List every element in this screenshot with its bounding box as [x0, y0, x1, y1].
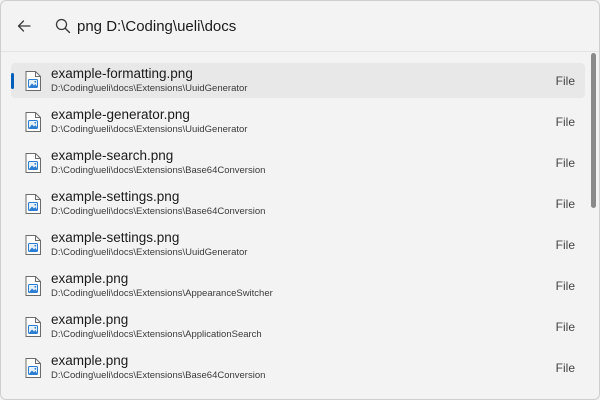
- result-row[interactable]: example.png D:\Coding\ueli\docs\Extensio…: [11, 309, 585, 344]
- arrow-left-icon: [17, 20, 31, 32]
- result-path: D:\Coding\ueli\docs\Extensions\UuidGener…: [51, 246, 248, 258]
- result-row[interactable]: example-search.png D:\Coding\ueli\docs\E…: [11, 145, 585, 180]
- result-type: File: [555, 73, 575, 88]
- result-path: D:\Coding\ueli\docs\Extensions\Base64Con…: [51, 164, 266, 176]
- result-row[interactable]: example-generator.png D:\Coding\ueli\doc…: [11, 104, 585, 139]
- result-name: example-settings.png: [51, 189, 180, 205]
- image-file-icon: [25, 152, 41, 173]
- image-file-icon: [25, 193, 41, 214]
- result-row[interactable]: example.png D:\Coding\ueli\docs\Extensio…: [11, 350, 585, 385]
- result-row[interactable]: example-formatting.png D:\Coding\ueli\do…: [11, 63, 585, 98]
- result-type: File: [555, 360, 575, 375]
- result-text: example-settings.png D:\Coding\ueli\docs…: [51, 189, 556, 217]
- image-file-icon: [25, 275, 41, 296]
- result-text: example-settings.png D:\Coding\ueli\docs…: [51, 230, 556, 258]
- result-path: D:\Coding\ueli\docs\Extensions\Appearanc…: [51, 287, 273, 299]
- result-name: example-formatting.png: [51, 66, 193, 82]
- image-file-icon: [25, 357, 41, 378]
- image-file-icon: [25, 316, 41, 337]
- result-path: D:\Coding\ueli\docs\Extensions\Applicati…: [51, 328, 262, 340]
- search-field-wrapper: [55, 17, 599, 35]
- result-name: example-settings.png: [51, 230, 180, 246]
- search-icon: [55, 18, 71, 34]
- result-row[interactable]: example-settings.png D:\Coding\ueli\docs…: [11, 186, 585, 221]
- result-name: example.png: [51, 271, 129, 287]
- result-type: File: [555, 319, 575, 334]
- result-path: D:\Coding\ueli\docs\Extensions\UuidGener…: [51, 82, 248, 94]
- result-text: example.png D:\Coding\ueli\docs\Extensio…: [51, 353, 556, 381]
- result-row[interactable]: example.png D:\Coding\ueli\docs\Extensio…: [11, 268, 585, 303]
- result-type: File: [555, 155, 575, 170]
- back-button[interactable]: [13, 15, 35, 37]
- result-text: example.png D:\Coding\ueli\docs\Extensio…: [51, 271, 556, 299]
- launcher-window: example-formatting.png D:\Coding\ueli\do…: [0, 0, 600, 400]
- result-text: example-formatting.png D:\Coding\ueli\do…: [51, 66, 556, 94]
- result-type: File: [555, 278, 575, 293]
- image-file-icon: [25, 111, 41, 132]
- image-file-icon: [25, 70, 41, 91]
- results-list: example-formatting.png D:\Coding\ueli\do…: [1, 63, 591, 399]
- result-text: example-search.png D:\Coding\ueli\docs\E…: [51, 148, 556, 176]
- result-name: example.png: [51, 312, 129, 328]
- result-name: example.png: [51, 353, 129, 369]
- result-name: example-search.png: [51, 148, 174, 164]
- result-text: example-generator.png D:\Coding\ueli\doc…: [51, 107, 556, 135]
- result-path: D:\Coding\ueli\docs\Extensions\Base64Con…: [51, 369, 266, 381]
- scrollbar-thumb[interactable]: [591, 53, 596, 208]
- result-type: File: [555, 114, 575, 129]
- result-text: example.png D:\Coding\ueli\docs\Extensio…: [51, 312, 556, 340]
- result-row[interactable]: example-settings.png D:\Coding\ueli\docs…: [11, 227, 585, 262]
- search-bar: [1, 1, 599, 52]
- result-path: D:\Coding\ueli\docs\Extensions\Base64Con…: [51, 205, 266, 217]
- result-name: example-generator.png: [51, 107, 190, 123]
- image-file-icon: [25, 234, 41, 255]
- scrollbar[interactable]: [591, 53, 597, 399]
- result-path: D:\Coding\ueli\docs\Extensions\UuidGener…: [51, 123, 248, 135]
- search-input[interactable]: [77, 17, 557, 35]
- result-type: File: [555, 237, 575, 252]
- result-type: File: [555, 196, 575, 211]
